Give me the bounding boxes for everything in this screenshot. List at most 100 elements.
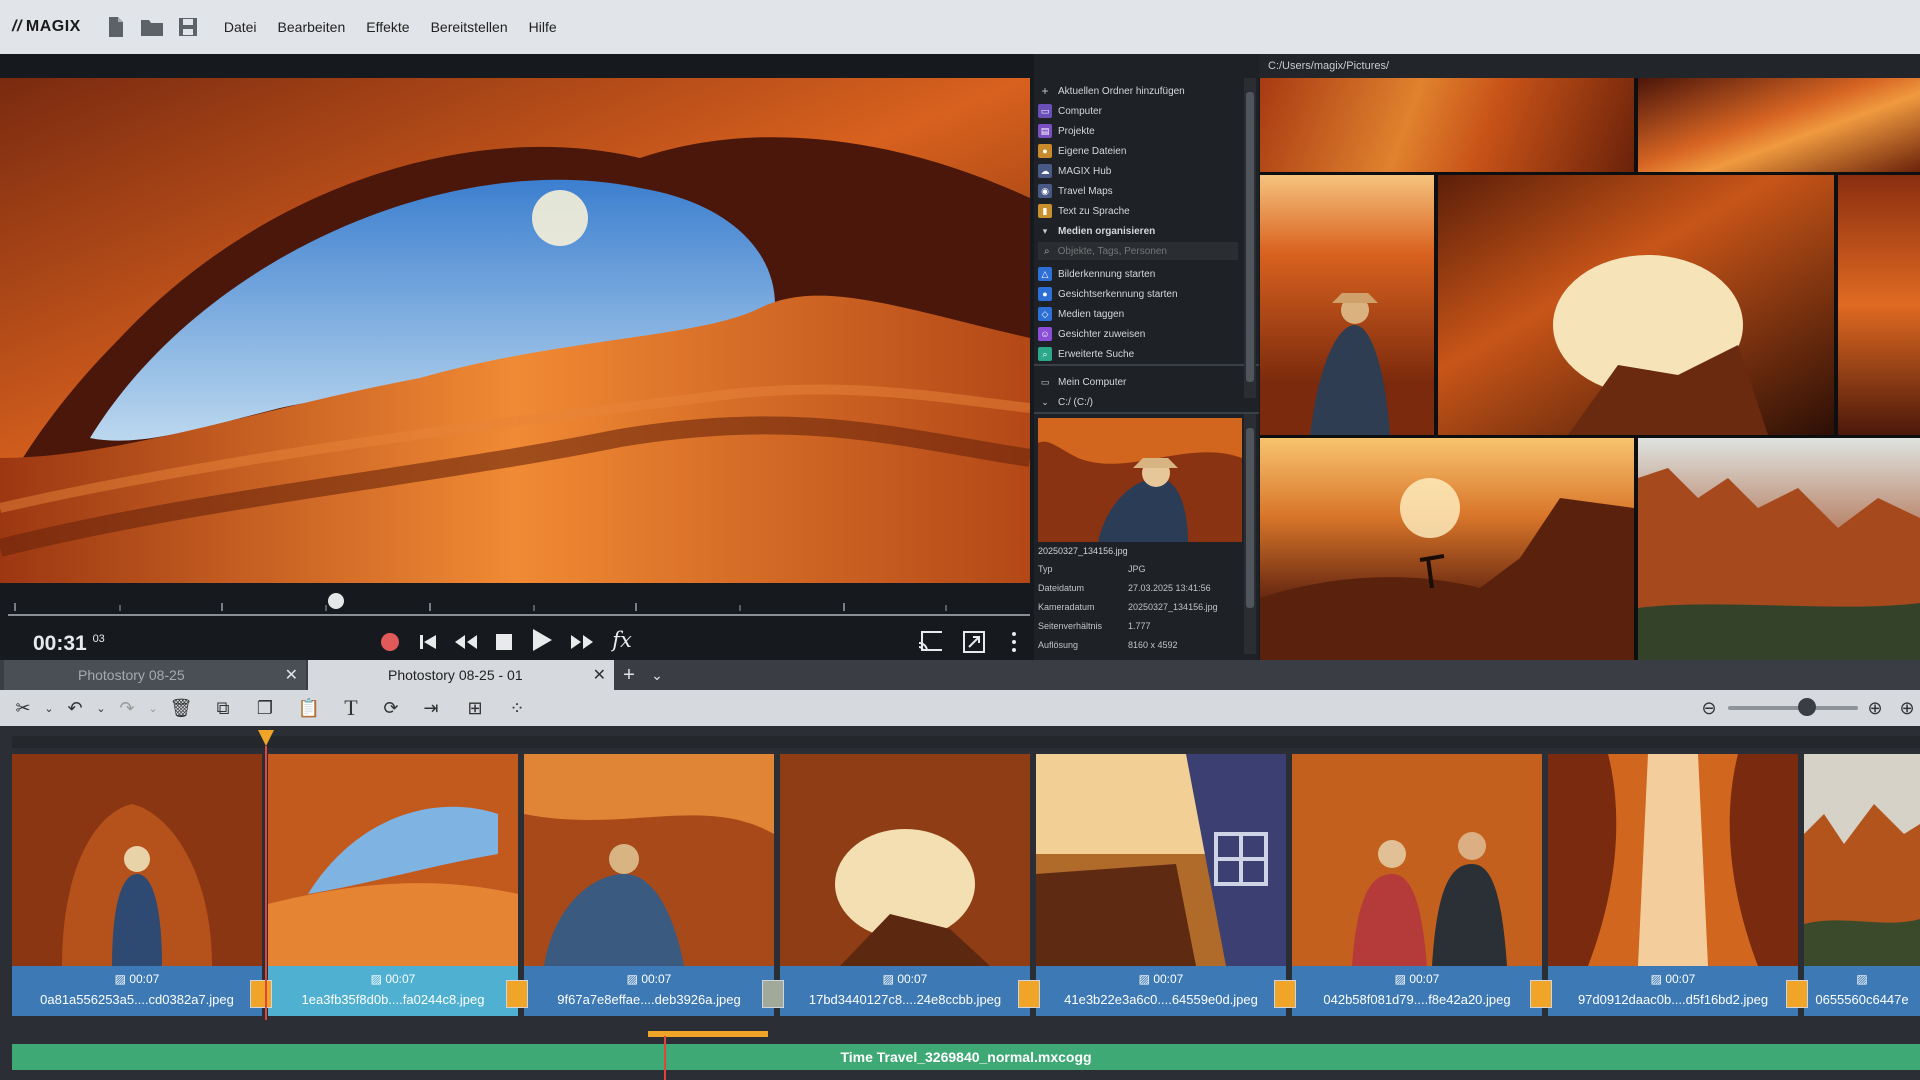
clip-filename: 41e3b22e3a6c0....64559e0d.jpeg: [1064, 992, 1258, 1007]
menu-effekte[interactable]: Effekte: [366, 19, 409, 35]
browser-list: + Aktuellen Ordner hinzufügen ▭ Computer ▤…: [1034, 78, 1259, 418]
transition-marker[interactable]: [1274, 980, 1296, 1008]
image-icon: ▨: [1138, 972, 1154, 986]
copy-icon[interactable]: ⧉: [210, 695, 236, 721]
cast-icon[interactable]: [918, 630, 942, 654]
record-button[interactable]: [378, 630, 402, 654]
preview-monitor[interactable]: [0, 78, 1030, 583]
timeline-ruler: [12, 736, 1920, 748]
add-folder-item[interactable]: + Aktuellen Ordner hinzufügen: [1034, 81, 1239, 101]
menu-hilfe[interactable]: Hilfe: [529, 19, 557, 35]
media-thumbnail[interactable]: [1638, 438, 1920, 660]
travel-maps-item[interactable]: ◉ Travel Maps: [1034, 181, 1239, 201]
media-thumbnail[interactable]: [1838, 175, 1920, 435]
preview-header: [0, 54, 1034, 78]
media-thumbnail[interactable]: [1638, 78, 1920, 172]
computer-item[interactable]: ▭ Computer: [1034, 101, 1239, 121]
audio-track[interactable]: Time Travel_3269840_normal.mxcogg: [12, 1044, 1920, 1070]
clip-info: ▨ 0655560c6447e: [1804, 966, 1920, 1016]
rotate-icon[interactable]: ⟳: [378, 695, 404, 721]
delete-icon[interactable]: 🗑: [168, 695, 194, 721]
fx-button[interactable]: fx: [610, 628, 634, 652]
rewind-button[interactable]: [454, 630, 478, 654]
chevron-down-icon[interactable]: ⌄: [140, 695, 166, 721]
image-recognition-item[interactable]: △ Bilderkennung starten: [1034, 264, 1239, 284]
text-to-speech-item[interactable]: ▮ Text zu Sprache: [1034, 201, 1239, 221]
tab-list-chevron-icon[interactable]: ⌄: [644, 660, 670, 690]
menu-bereitstellen[interactable]: Bereitstellen: [431, 19, 508, 35]
edit-toolbar: ✂ ⌄ ↶ ⌄ ↷ ⌄ 🗑 ⧉ ❐ 📋 T ⟳ ⇥ ⊞ ⁘ ⊖ ⊕ ⊕: [0, 690, 1920, 726]
chevron-down-icon[interactable]: ⌄: [88, 695, 114, 721]
group-icon[interactable]: ⁘: [504, 695, 530, 721]
more-options-icon[interactable]: [1002, 630, 1026, 654]
user-files-item[interactable]: ● Eigene Dateien: [1034, 141, 1239, 161]
fullscreen-icon[interactable]: [962, 630, 986, 654]
menu-bearbeiten[interactable]: Bearbeiten: [278, 19, 346, 35]
redo-icon[interactable]: ↷: [114, 695, 140, 721]
magix-hub-item[interactable]: ☁ MAGIX Hub: [1034, 161, 1239, 181]
transition-marker[interactable]: [250, 980, 272, 1008]
transition-marker[interactable]: [506, 980, 528, 1008]
close-tab-icon[interactable]: ✕: [593, 665, 606, 685]
media-thumbnail[interactable]: [1260, 175, 1434, 435]
clip-duration: ▨ 00:07: [1138, 972, 1184, 986]
browser-scrollbar[interactable]: [1244, 78, 1256, 398]
undo-icon[interactable]: ↶: [62, 695, 88, 721]
play-button[interactable]: [530, 628, 554, 652]
skip-back-button[interactable]: [416, 630, 440, 654]
cloud-icon: ☁: [1038, 164, 1052, 178]
tab-photostory-08-25-01[interactable]: Photostory 08-25 - 01 ✕: [308, 660, 614, 690]
media-browser: + Aktuellen Ordner hinzufügen ▭ Computer ▤…: [1034, 54, 1259, 660]
chevron-down-icon[interactable]: ⌄: [36, 695, 62, 721]
fit-to-window-icon[interactable]: ⊕: [1894, 695, 1920, 721]
drive-c-item[interactable]: ⌄ C:/ (C:/): [1034, 392, 1239, 412]
face-recognition-item[interactable]: ● Gesichtserkennung starten: [1034, 284, 1239, 304]
duplicate-icon[interactable]: ❐: [252, 695, 278, 721]
timeline-clip[interactable]: ▨ 00:07 41e3b22e3a6c0....64559e0d.jpeg: [1036, 754, 1286, 1016]
timeline-clip[interactable]: ▨ 00:07 0a81a556253a5....cd0382a7.jpeg: [12, 754, 262, 1016]
organize-media-item[interactable]: ▾ Medien organisieren: [1034, 221, 1239, 241]
advanced-search-item[interactable]: ⌕ Erweiterte Suche: [1034, 344, 1239, 364]
media-thumbnail[interactable]: [1438, 175, 1834, 435]
transition-marker[interactable]: [1786, 980, 1808, 1008]
cut-icon[interactable]: ✂: [10, 695, 36, 721]
transition-marker[interactable]: [762, 980, 784, 1008]
zoom-slider-handle[interactable]: [1798, 698, 1816, 716]
timeline-clip[interactable]: ▨ 0655560c6447e: [1804, 754, 1920, 1016]
open-folder-icon[interactable]: [137, 12, 167, 42]
title-text-icon[interactable]: T: [338, 695, 364, 721]
paste-icon[interactable]: 📋: [296, 695, 322, 721]
media-search-input[interactable]: [1057, 245, 1228, 257]
image-icon: ▨: [626, 972, 642, 986]
timeline-clip[interactable]: ▨ 00:07 042b58f081d79....f8e42a20.jpeg: [1292, 754, 1542, 1016]
transition-marker[interactable]: [1018, 980, 1040, 1008]
transition-marker[interactable]: [1530, 980, 1552, 1008]
clip-filename: 0a81a556253a5....cd0382a7.jpeg: [40, 992, 234, 1007]
my-computer-item[interactable]: ▭ Mein Computer: [1034, 372, 1239, 392]
stop-button[interactable]: [492, 630, 516, 654]
media-thumbnail[interactable]: [1260, 78, 1634, 172]
fit-icon[interactable]: ⇥: [418, 695, 444, 721]
crop-icon[interactable]: ⊞: [462, 695, 488, 721]
timeline-clip[interactable]: ▨ 00:07 9f67a7e8effae....deb3926a.jpeg: [524, 754, 774, 1016]
new-file-icon[interactable]: [101, 12, 131, 42]
assign-faces-item[interactable]: ☺ Gesichter zuweisen: [1034, 324, 1239, 344]
close-tab-icon[interactable]: ✕: [285, 665, 298, 685]
info-scrollbar[interactable]: [1244, 414, 1256, 654]
zoom-out-icon[interactable]: ⊖: [1696, 695, 1722, 721]
position-scrubber[interactable]: [0, 583, 1030, 623]
timeline-clip[interactable]: ▨ 00:07 97d0912daac0b....d5f16bd2.jpeg: [1548, 754, 1798, 1016]
tab-photostory-08-25[interactable]: Photostory 08-25 ✕: [4, 660, 306, 690]
media-search-box[interactable]: ⌕: [1038, 242, 1238, 260]
timeline-clip[interactable]: ▨ 00:07 17bd3440127c8....24e8ccbb.jpeg: [780, 754, 1030, 1016]
add-tab-icon[interactable]: +: [616, 660, 642, 690]
menu-datei[interactable]: Datei: [224, 19, 257, 35]
zoom-in-icon[interactable]: ⊕: [1862, 695, 1888, 721]
zoom-slider[interactable]: [1728, 706, 1858, 710]
projects-item[interactable]: ▤ Projekte: [1034, 121, 1239, 141]
media-thumbnail[interactable]: [1260, 438, 1634, 660]
timeline-clip[interactable]: ▨ 00:07 1ea3fb35f8d0b....fa0244c8.jpeg: [268, 754, 518, 1016]
tag-media-item[interactable]: ◇ Medien taggen: [1034, 304, 1239, 324]
fast-forward-button[interactable]: [570, 630, 594, 654]
save-icon[interactable]: [173, 12, 203, 42]
